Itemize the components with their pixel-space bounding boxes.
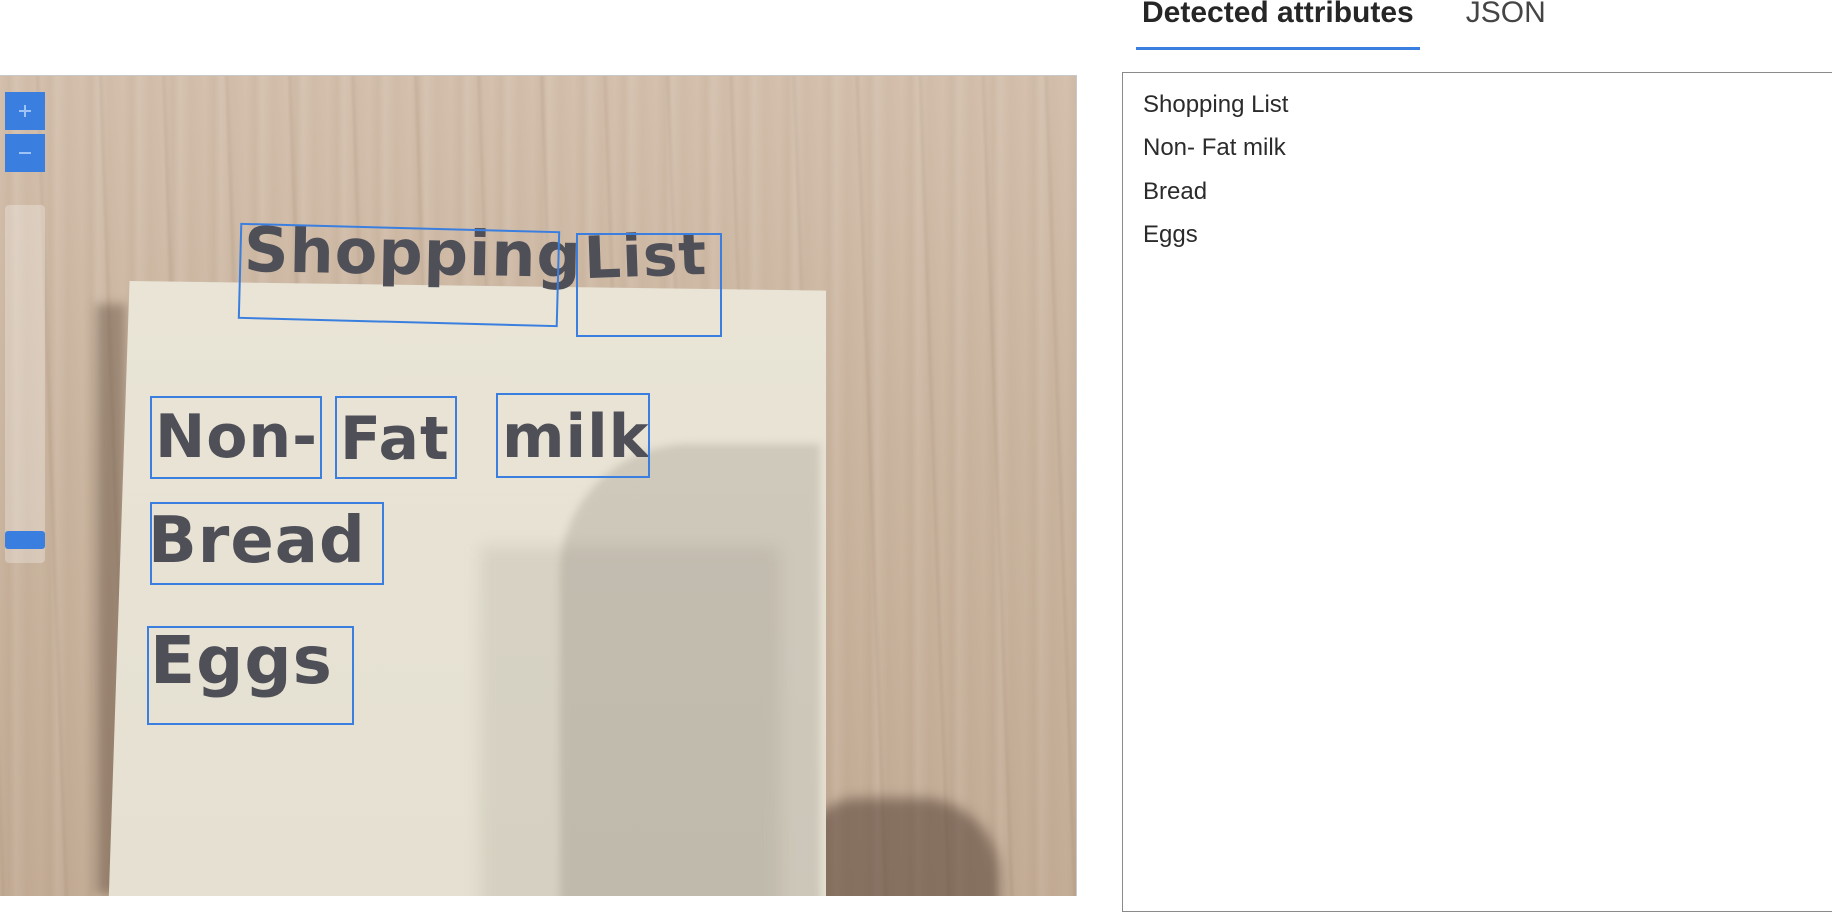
zoom-out-button[interactable] [5,134,45,172]
bbox-shopping[interactable] [237,222,561,328]
result-line: Bread [1143,178,1208,205]
tab-json[interactable]: JSON [1458,0,1552,50]
minus-icon [17,145,33,161]
tab-label: Detected attributes [1142,0,1414,29]
zoom-slider-thumb[interactable] [5,531,45,549]
zoom-slider-track[interactable] [5,205,45,563]
bbox-milk[interactable] [496,393,650,478]
bbox-non[interactable] [150,396,322,479]
tab-detected-attributes[interactable]: Detected attributes [1136,0,1420,50]
bbox-eggs[interactable] [147,626,354,725]
zoom-in-button[interactable] [5,92,45,130]
bbox-fat[interactable] [335,396,457,479]
result-line: Shopping List [1143,91,1289,118]
paper-shadow [560,444,820,896]
bbox-bread[interactable] [150,502,384,585]
results-panel: Shopping List Non- Fat milk Bread Eggs [1122,72,1832,912]
image-viewer[interactable]: Shopping List Non- Fat milk Bread Eggs [0,75,1077,896]
result-line: Eggs [1143,221,1198,248]
plus-icon [17,103,33,119]
tab-bar: Detected attributes JSON [1136,0,1590,50]
tab-label: JSON [1465,0,1546,29]
result-line: Non- Fat milk [1143,134,1286,161]
bbox-list[interactable] [576,233,722,337]
